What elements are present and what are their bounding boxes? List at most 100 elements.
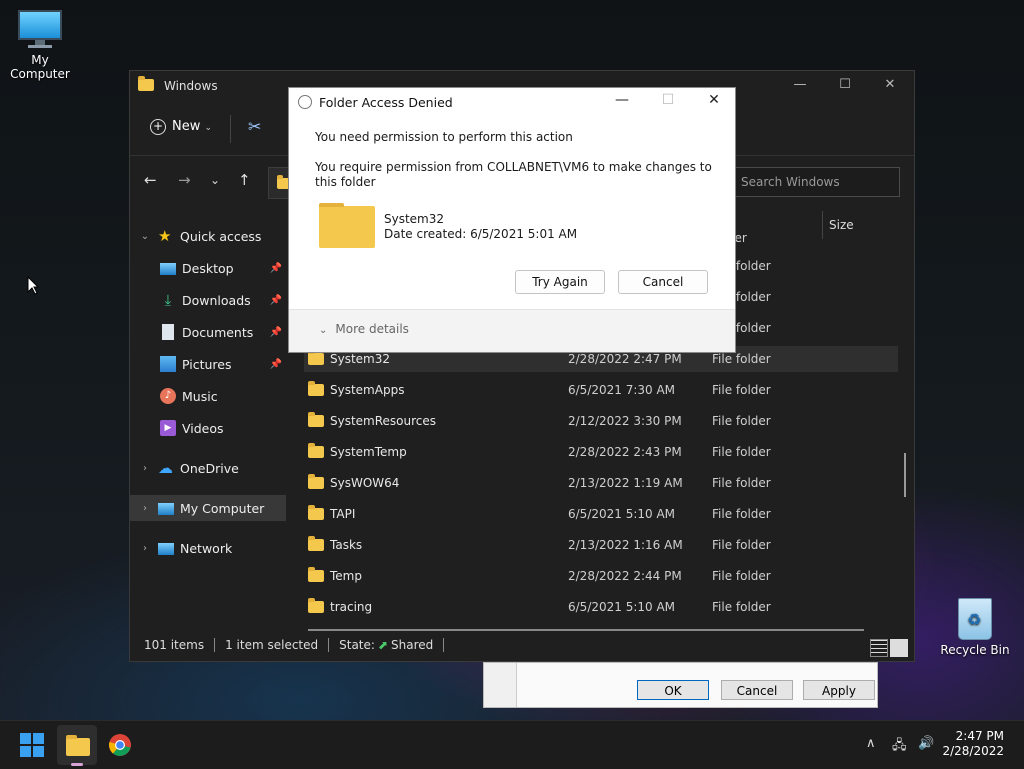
- table-row[interactable]: Tasks 2/13/2022 1:16 AM File folder: [304, 532, 898, 558]
- show-hidden-icons-chevron-icon[interactable]: ∧: [866, 736, 876, 751]
- computer-icon: [158, 503, 174, 515]
- cancel-button[interactable]: Cancel: [721, 680, 793, 700]
- file-explorer-icon: [66, 735, 90, 756]
- sidebar-item-label: OneDrive: [180, 460, 239, 476]
- folder-access-denied-dialog: Folder Access Denied — ☐ ✕ You need perm…: [288, 87, 736, 353]
- sidebar-item-downloads[interactable]: ⤓ Downloads 📌: [130, 287, 286, 313]
- chrome-taskbar-button[interactable]: [108, 733, 132, 757]
- chevron-down-icon: ⌄: [319, 325, 328, 336]
- minimize-button[interactable]: —: [599, 92, 645, 108]
- sidebar-item-onedrive[interactable]: › ☁ OneDrive: [130, 455, 286, 481]
- thumbnail-view-icon[interactable]: [890, 639, 908, 657]
- file-type: File folder: [712, 445, 771, 459]
- up-arrow-icon[interactable]: ↑: [238, 171, 251, 189]
- pin-icon: 📌: [269, 294, 282, 306]
- new-button[interactable]: + New ⌄: [150, 119, 212, 135]
- new-label: New: [172, 119, 201, 134]
- search-input[interactable]: Search Windows: [730, 167, 900, 197]
- documents-icon: [162, 324, 174, 340]
- file-name: System32: [330, 352, 391, 366]
- mouse-cursor-icon: [27, 276, 39, 295]
- table-row[interactable]: SystemTemp 2/28/2022 2:43 PM File folder: [304, 439, 898, 465]
- view-toggle: [870, 639, 908, 657]
- file-name: SystemApps: [330, 383, 405, 397]
- sidebar-item-videos[interactable]: ▶ Videos: [130, 415, 286, 441]
- network-status-icon[interactable]: 🖧: [892, 736, 907, 758]
- sidebar-item-desktop[interactable]: Desktop 📌: [130, 255, 286, 281]
- folder-icon: [319, 203, 375, 248]
- back-arrow-icon[interactable]: ←: [144, 171, 157, 189]
- sidebar-item-label: Music: [182, 388, 218, 404]
- recycle-bin-icon: ♻: [958, 598, 992, 640]
- maximize-button: ☐: [661, 92, 675, 108]
- folder-date-created: Date created: 6/5/2021 5:01 AM: [384, 227, 578, 241]
- details-view-icon[interactable]: [870, 639, 888, 657]
- minimize-button[interactable]: —: [780, 77, 820, 92]
- file-type: File folder: [712, 383, 771, 397]
- folder-icon: [308, 412, 324, 427]
- more-details-toggle[interactable]: ⌄ More details: [319, 322, 409, 336]
- file-date: 6/5/2021 7:30 AM: [568, 383, 676, 397]
- sidebar-item-label: Pictures: [182, 356, 232, 372]
- vertical-scrollbar[interactable]: [904, 453, 906, 497]
- pin-icon: 📌: [269, 262, 282, 274]
- sidebar-item-pictures[interactable]: Pictures 📌: [130, 351, 286, 377]
- chevron-right-icon[interactable]: ›: [138, 503, 152, 514]
- folder-icon: [308, 381, 324, 396]
- chevron-right-icon[interactable]: ›: [138, 543, 152, 554]
- table-row[interactable]: tracing 6/5/2021 5:10 AM File folder: [304, 594, 898, 620]
- system-clock[interactable]: 2:47 PM 2/28/2022: [942, 729, 1004, 759]
- table-row[interactable]: SystemResources 2/12/2022 3:30 PM File f…: [304, 408, 898, 434]
- folder-icon: [308, 505, 324, 520]
- close-button[interactable]: ✕: [870, 77, 910, 92]
- file-type: File folder: [712, 352, 771, 366]
- file-type: File folder: [712, 538, 771, 552]
- close-button[interactable]: ✕: [691, 92, 737, 108]
- item-count: 101 items: [144, 638, 205, 652]
- dialog-message-heading: You need permission to perform this acti…: [315, 130, 573, 144]
- clock-date: 2/28/2022: [942, 744, 1004, 758]
- file-name: Temp: [330, 569, 362, 583]
- toolbar-divider: [230, 115, 231, 143]
- column-header-size[interactable]: Size: [822, 211, 898, 239]
- sidebar-item-label: Quick access: [180, 228, 262, 244]
- try-again-button[interactable]: Try Again: [515, 270, 605, 294]
- table-row[interactable]: Temp 2/28/2022 2:44 PM File folder: [304, 563, 898, 589]
- sidebar-item-documents[interactable]: Documents 📌: [130, 319, 286, 345]
- chevron-right-icon[interactable]: ›: [138, 463, 152, 474]
- maximize-button[interactable]: ☐: [825, 77, 865, 92]
- chevron-down-icon: ⌄: [204, 123, 213, 133]
- desktop-icon-my-computer[interactable]: My Computer: [0, 10, 80, 81]
- file-date: 6/5/2021 5:10 AM: [568, 600, 676, 614]
- star-icon: ★: [158, 227, 172, 245]
- forward-arrow-icon[interactable]: →: [178, 171, 191, 189]
- cancel-button[interactable]: Cancel: [618, 270, 708, 294]
- apply-button[interactable]: Apply: [803, 680, 875, 700]
- sidebar-item-label: Desktop: [182, 260, 234, 276]
- explorer-title: Windows: [164, 79, 218, 93]
- sidebar-item-my-computer[interactable]: › My Computer: [130, 495, 286, 521]
- pin-icon: 📌: [269, 326, 282, 338]
- file-type: File folder: [712, 600, 771, 614]
- volume-icon[interactable]: 🔊: [918, 736, 934, 751]
- active-indicator: [71, 763, 83, 766]
- start-button[interactable]: [20, 733, 44, 757]
- sidebar-item-network[interactable]: › Network: [130, 535, 286, 561]
- table-row[interactable]: TAPI 6/5/2021 5:10 AM File folder: [304, 501, 898, 527]
- table-row[interactable]: SystemApps 6/5/2021 7:30 AM File folder: [304, 377, 898, 403]
- ok-button[interactable]: OK: [637, 680, 709, 700]
- desktop-icon-recycle-bin[interactable]: ♻ Recycle Bin: [935, 598, 1015, 657]
- network-icon: [158, 543, 174, 555]
- status-divider: [214, 638, 216, 652]
- status-divider: [328, 638, 330, 652]
- sidebar-item-label: Network: [180, 540, 233, 556]
- recent-locations-chevron-icon[interactable]: ⌄: [210, 173, 220, 187]
- sidebar-item-music[interactable]: ♪ Music: [130, 383, 286, 409]
- properties-dialog-body: OK Cancel Apply: [516, 663, 877, 707]
- table-row[interactable]: SysWOW64 2/13/2022 1:19 AM File folder: [304, 470, 898, 496]
- sidebar-item-quick-access[interactable]: ⌄ ★ Quick access: [130, 223, 286, 249]
- folder-name: System32: [384, 212, 445, 226]
- cut-icon[interactable]: ✂: [248, 117, 261, 136]
- chevron-down-icon[interactable]: ⌄: [138, 231, 152, 242]
- navigation-pane: ⌄ ★ Quick access Desktop 📌 ⤓ Downloads 📌…: [130, 211, 290, 629]
